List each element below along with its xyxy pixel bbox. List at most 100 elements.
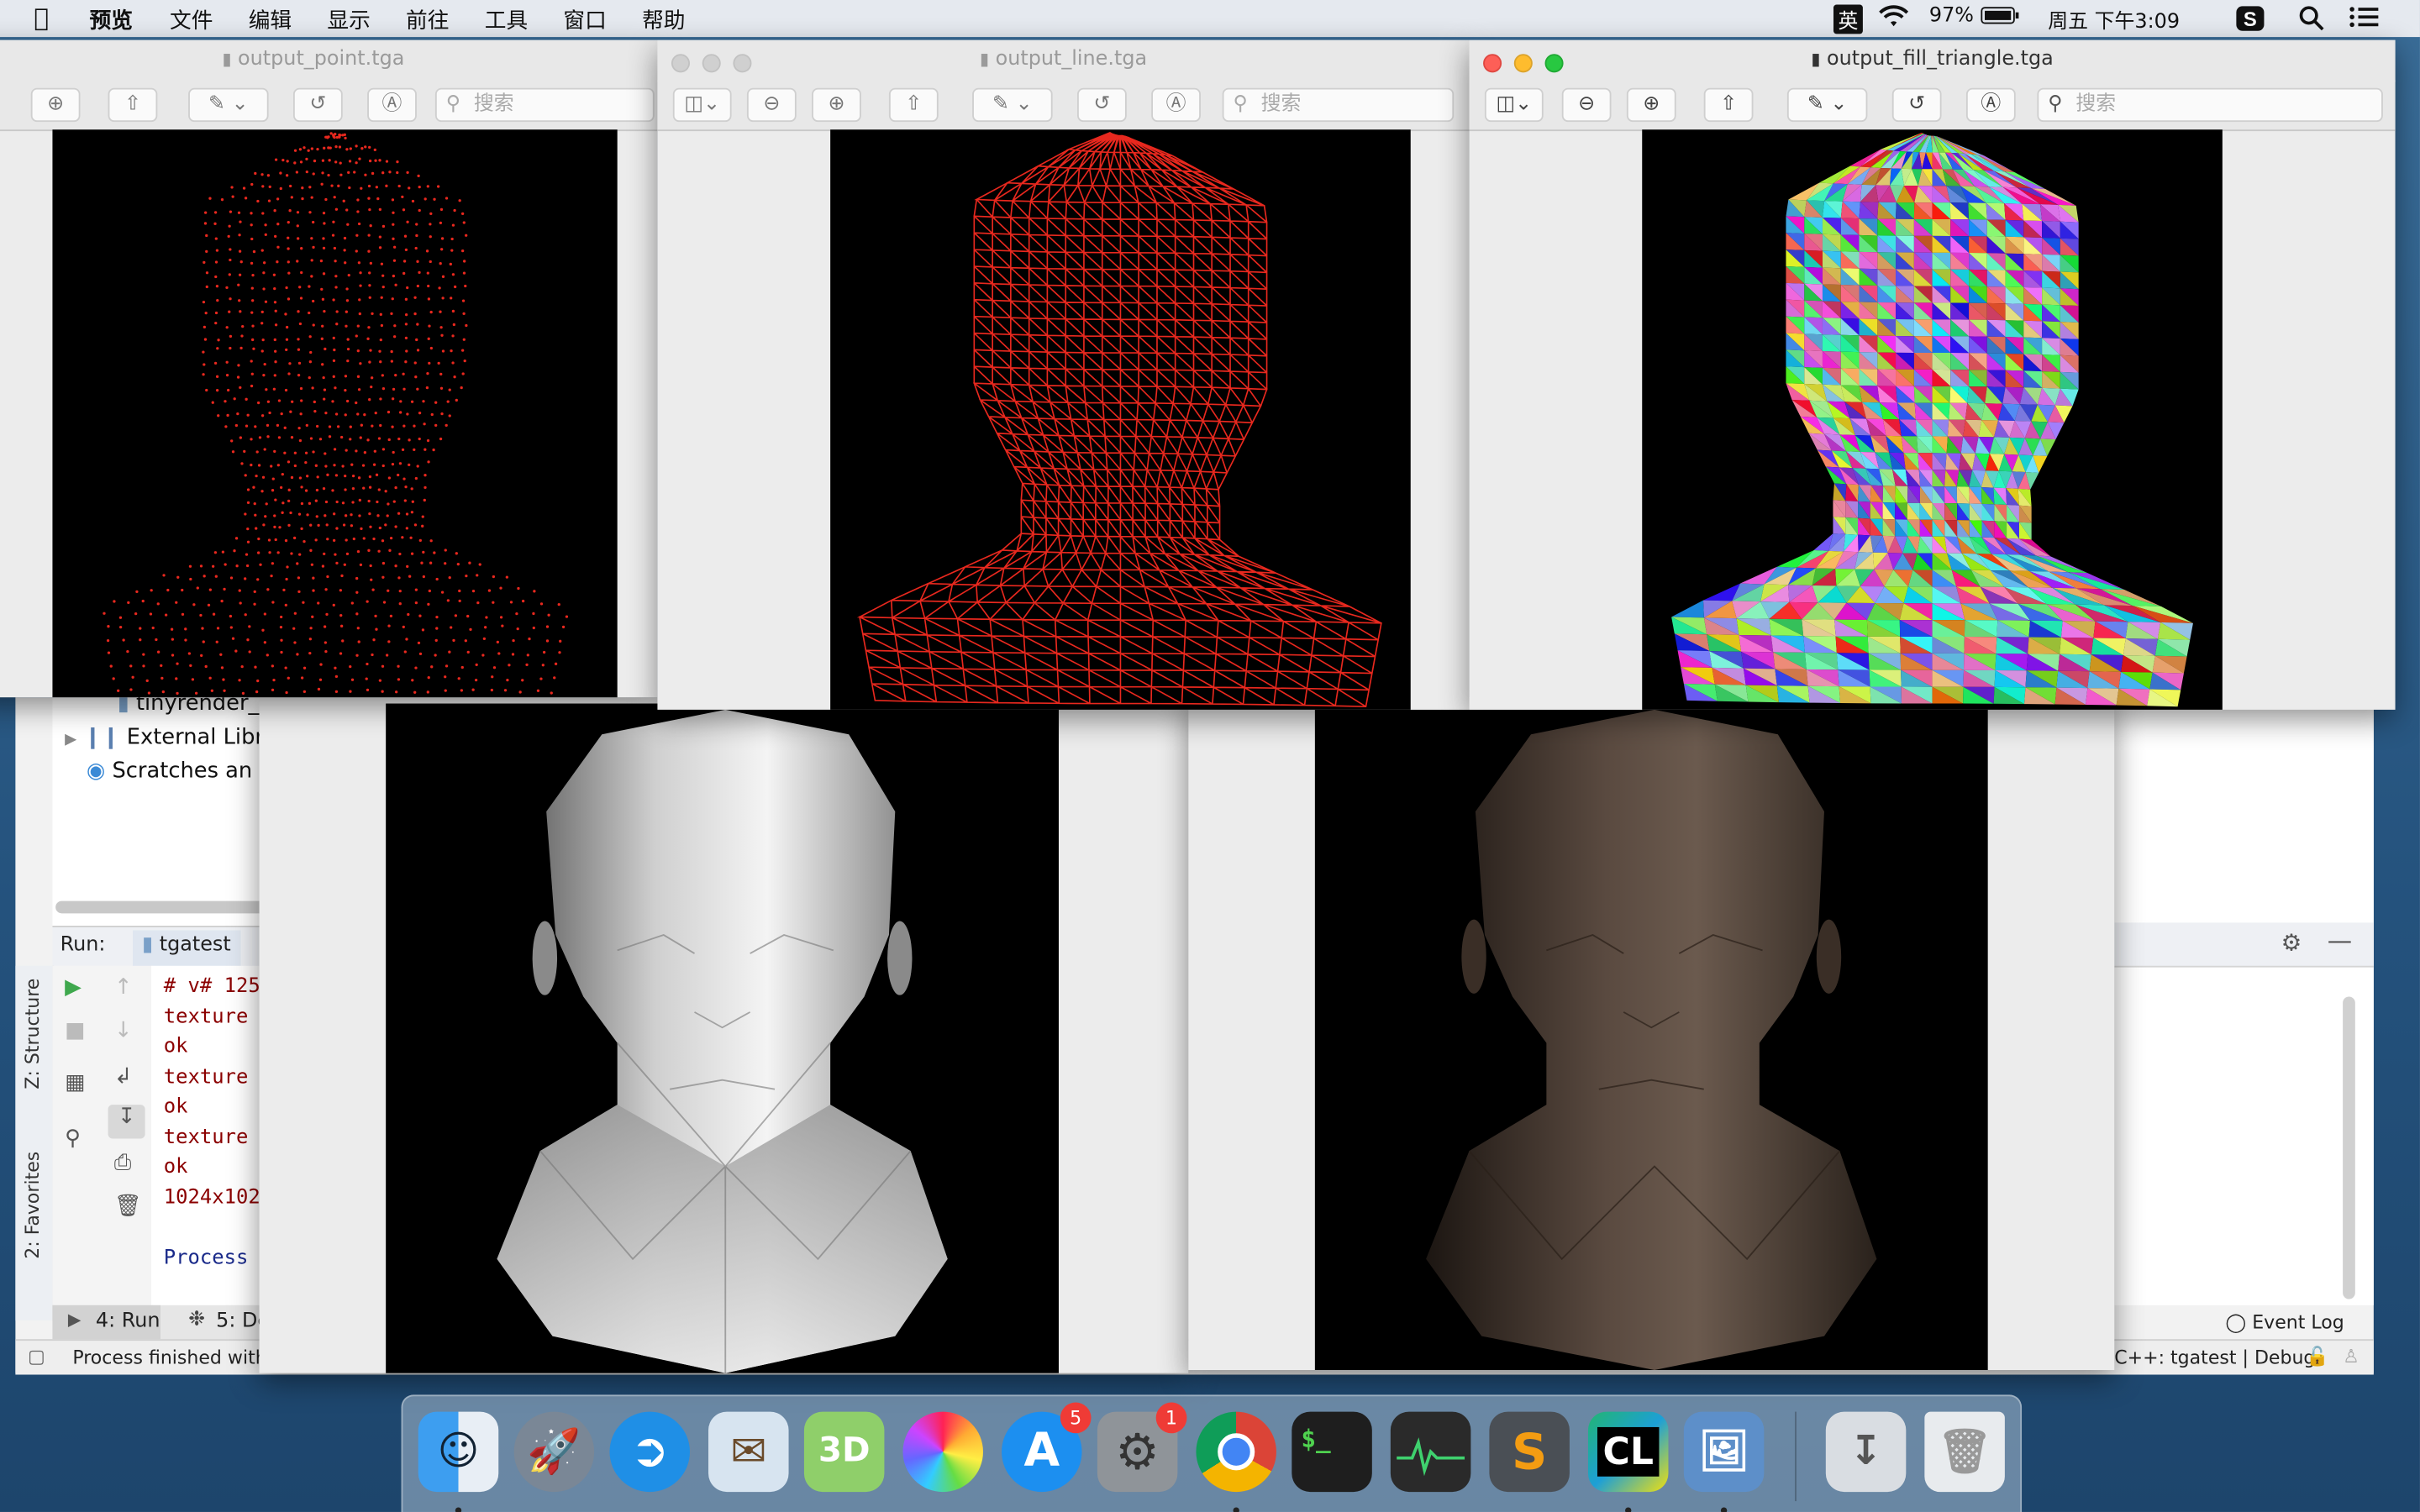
preview-icon[interactable]: 🖼 (1683, 1411, 1765, 1493)
menu-go[interactable]: 前往 (406, 5, 449, 36)
vertex-point (252, 486, 255, 489)
trash-icon[interactable]: 🗑 (114, 1194, 142, 1219)
zoom-out-icon[interactable]: ⊖ (1561, 87, 1612, 123)
downloads-stack-icon[interactable]: ↧ (1825, 1411, 1907, 1493)
console-output[interactable]: # v# 125 texture ok texture ok texture o… (150, 965, 275, 1305)
inspector-icon[interactable]: ♙ (2343, 1346, 2360, 1368)
share-icon[interactable]: ⇧ (1703, 87, 1754, 123)
terminal-icon[interactable]: $_ (1292, 1411, 1372, 1493)
wifi-icon[interactable] (1876, 5, 1910, 36)
print-icon[interactable]: ⎙ (114, 1151, 132, 1175)
event-log-button[interactable]: ◯ Event Log (2226, 1311, 2344, 1333)
mail-icon[interactable]: ✉ (708, 1411, 789, 1493)
status-run-config[interactable]: C++: tgatest | Debug (2114, 1347, 2315, 1368)
apple-icon[interactable]:  (34, 3, 49, 33)
spotlight-search-icon[interactable] (2298, 5, 2326, 39)
clion-icon[interactable]: CL (1587, 1411, 1669, 1493)
markup-pen-icon[interactable]: ✎ ⌄ (972, 87, 1053, 123)
vertex-point (219, 653, 223, 656)
menu-tools[interactable]: 工具 (485, 5, 528, 36)
zoom-in-icon[interactable]: ⊕ (1626, 87, 1676, 123)
annotate-icon[interactable]: Ⓐ (1151, 87, 1201, 123)
zoom-in-icon[interactable]: ⊕ (30, 87, 81, 123)
rotate-icon[interactable]: ↺ (292, 87, 343, 123)
vertex-point (481, 654, 485, 657)
menu-help[interactable]: 帮助 (642, 5, 685, 36)
window-titlebar[interactable]: ▮ output_line.tga (657, 39, 1470, 82)
rotate-icon[interactable]: ↺ (1077, 87, 1127, 123)
run-config-tab[interactable]: ▮ tgatest (132, 930, 240, 971)
tree-item-scratches[interactable]: ◉ Scratches an (87, 759, 252, 784)
vertex-point (326, 473, 329, 476)
search-field[interactable]: ⚲ 搜索 (2037, 87, 2383, 123)
structure-tab[interactable]: Z: Structure (22, 979, 44, 1089)
vertex-point (314, 499, 318, 502)
vertex-point (429, 223, 432, 226)
zoom-in-icon[interactable]: ⊕ (812, 87, 861, 123)
favorites-tab[interactable]: 2: Favorites (22, 1152, 44, 1259)
vertex-point (355, 591, 359, 594)
markup-pen-icon[interactable]: ✎ ⌄ (188, 87, 269, 123)
photos-icon[interactable] (902, 1411, 983, 1493)
scroll-to-end-icon[interactable]: ↧ (108, 1105, 145, 1139)
lock-icon[interactable]: 🔓 (2306, 1346, 2328, 1368)
zoom-out-icon[interactable]: ⊖ (746, 87, 797, 123)
menu-edit[interactable]: 编辑 (249, 5, 292, 36)
stop-icon[interactable]: ■ (65, 1018, 85, 1042)
vertex-point (311, 615, 314, 618)
soft-wrap-icon[interactable]: ↲ (114, 1064, 133, 1089)
search-field[interactable]: ⚲ 搜索 (434, 87, 655, 123)
expand-arrow-icon[interactable]: ▶ (65, 732, 76, 748)
activity-monitor-icon[interactable] (1390, 1411, 1471, 1493)
minimize-panel-icon[interactable]: — (2328, 926, 2352, 955)
up-arrow-icon[interactable]: ↑ (114, 975, 133, 1000)
vertex-point (263, 612, 267, 616)
vertex-point (276, 197, 280, 201)
sidebar-toggle-icon[interactable]: ◫⌄ (1484, 87, 1544, 123)
input-method-indicator[interactable]: 英 (1833, 4, 1863, 34)
annotate-icon[interactable]: Ⓐ (1965, 87, 2016, 123)
system-preferences-icon[interactable]: ⚙ 1 (1097, 1402, 1187, 1493)
menu-view[interactable]: 显示 (327, 5, 370, 36)
share-icon[interactable]: ⇧ (888, 87, 939, 123)
menu-file[interactable]: 文件 (170, 5, 213, 36)
maps-icon[interactable]: 3D (803, 1411, 885, 1493)
menu-app-name[interactable]: 预览 (90, 5, 133, 36)
window-title-text: output_point.tga (238, 47, 405, 71)
vertex-point (387, 476, 392, 480)
sublime-text-icon[interactable]: S (1489, 1411, 1570, 1493)
window-titlebar[interactable]: ▮ output_point.tga (0, 39, 658, 82)
window-titlebar[interactable]: ▮ output_fill_triangle.tga (1469, 39, 2396, 82)
finder-icon[interactable]: ☺ (418, 1411, 499, 1493)
battery-icon[interactable] (1980, 5, 2020, 33)
chrome-icon[interactable] (1196, 1411, 1276, 1493)
trash-icon[interactable]: 🗑 (1924, 1411, 2005, 1493)
search-field[interactable]: ⚲ 搜索 (1222, 87, 1455, 123)
sidebar-toggle-icon[interactable]: ◫⌄ (672, 87, 732, 123)
vertex-point (208, 588, 212, 591)
notification-center-icon[interactable] (2349, 5, 2380, 36)
pin-icon[interactable]: ⚲ (65, 1126, 81, 1151)
safari-icon[interactable]: ➲ (609, 1411, 691, 1493)
sogou-icon[interactable]: S (2235, 5, 2266, 39)
layout-icon[interactable]: ▦ (65, 1071, 85, 1095)
vertex-point (358, 312, 361, 316)
rotate-icon[interactable]: ↺ (1891, 87, 1942, 123)
vertex-point (287, 297, 291, 301)
gear-icon[interactable]: ⚙ (2281, 929, 2302, 957)
tree-item-external-libraries[interactable]: ▶ ❙❙ External Libra (65, 725, 277, 749)
markup-pen-icon[interactable]: ✎ ⌄ (1786, 87, 1868, 123)
tab-run[interactable]: 4: Run (96, 1310, 160, 1333)
annotate-icon[interactable]: Ⓐ (367, 87, 417, 123)
down-arrow-icon[interactable]: ↓ (114, 1018, 133, 1042)
toggle-tool-windows-icon[interactable]: ▢ (28, 1346, 45, 1368)
app-store-icon[interactable]: A5 (1002, 1402, 1092, 1493)
vertex-point (308, 501, 312, 505)
horizontal-scrollbar[interactable] (55, 900, 272, 914)
launchpad-icon[interactable]: 🚀 (513, 1411, 595, 1493)
menu-window[interactable]: 窗口 (563, 5, 606, 36)
run-icon[interactable]: ▶ (65, 975, 82, 1000)
vertical-scrollbar[interactable] (2343, 996, 2355, 1299)
share-icon[interactable]: ⇧ (108, 87, 158, 123)
clock[interactable]: 周五 下午3:09 (2048, 5, 2180, 34)
